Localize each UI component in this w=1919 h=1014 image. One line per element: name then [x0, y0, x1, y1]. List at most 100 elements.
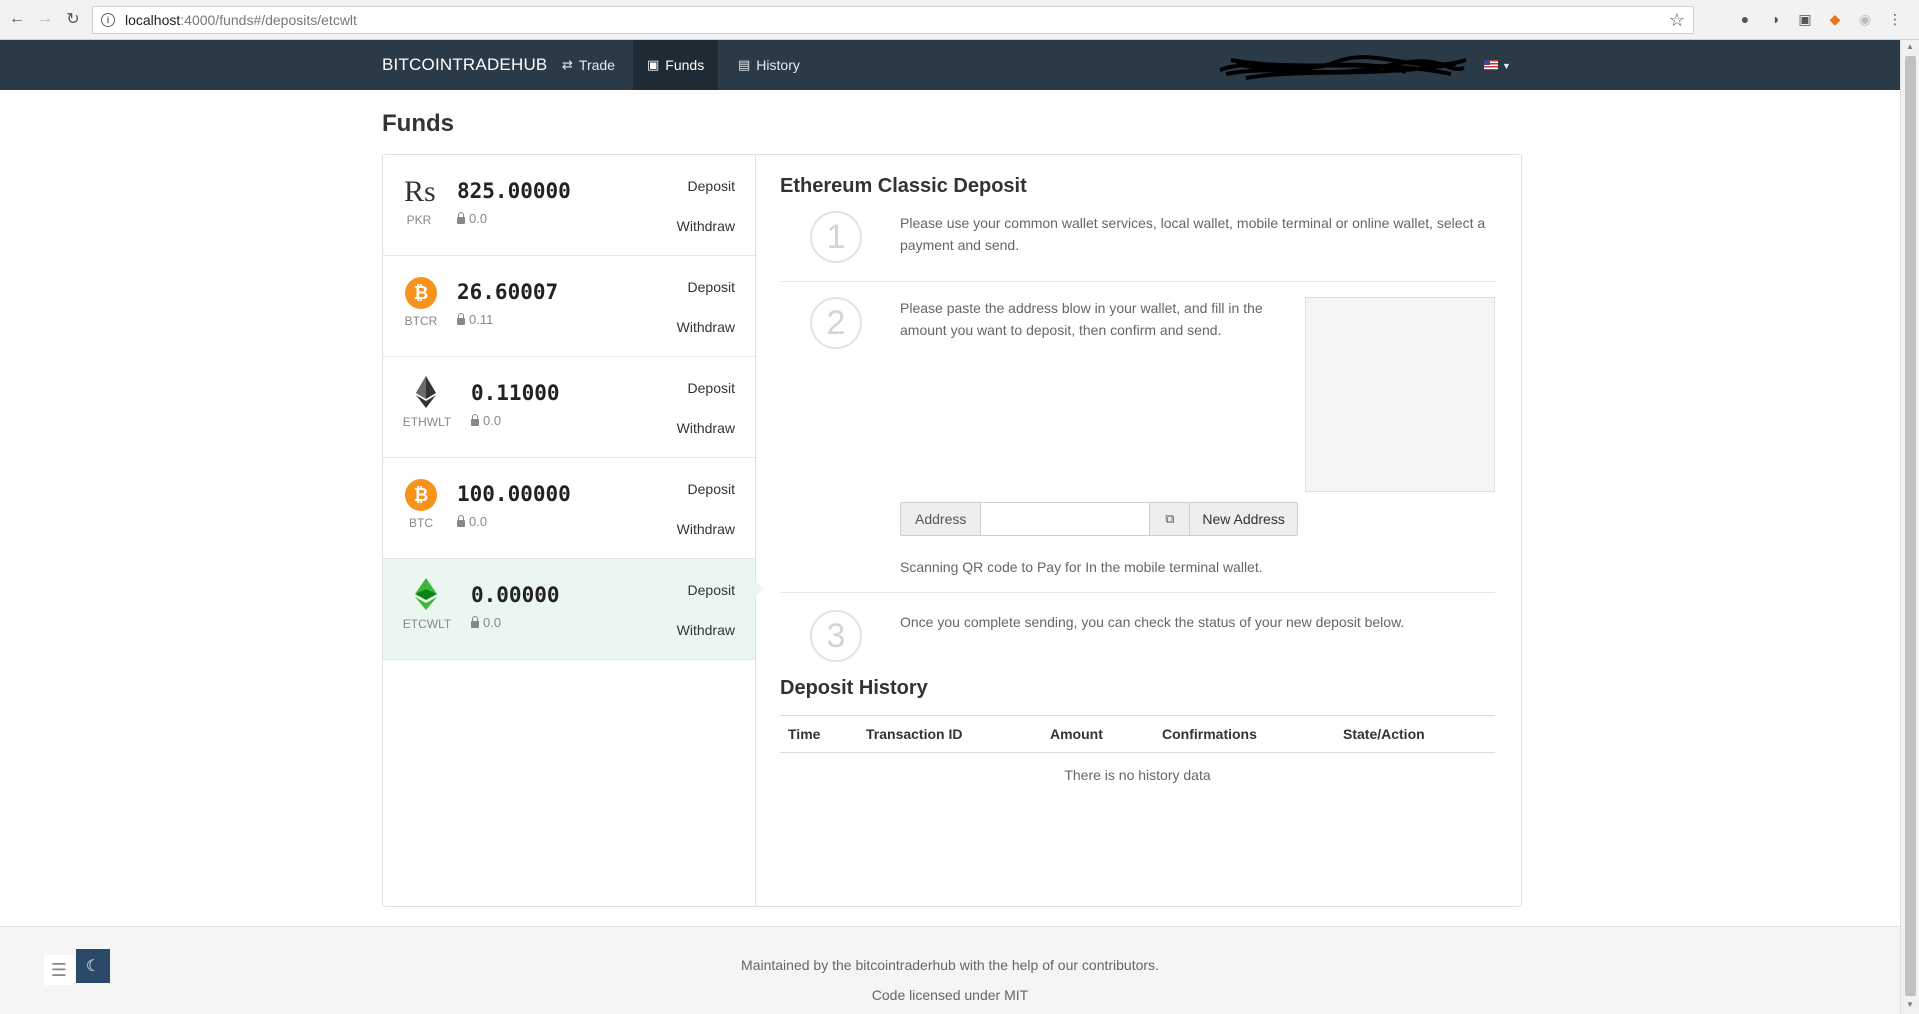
reload-icon[interactable]: ↻ — [62, 8, 84, 30]
lock-icon — [457, 313, 465, 325]
nav-funds-label: Funds — [665, 57, 705, 73]
url-path: :4000/funds#/deposits/etcwlt — [180, 12, 357, 28]
step-3-text: Once you complete sending, you can check… — [900, 614, 1405, 630]
nav-history-label: History — [756, 57, 800, 73]
scroll-thumb[interactable] — [1905, 56, 1916, 996]
address-group: Address ⧉ New Address — [900, 502, 1298, 536]
metamask-fox-icon[interactable]: ◆ — [1826, 10, 1844, 28]
fund-row-ethwlt[interactable]: ETHWLT 0.11000 0.0 Deposit Withdraw — [383, 357, 755, 458]
currency-code: BTC — [409, 516, 433, 530]
locked-balance: 0.0 — [471, 413, 501, 428]
col-time: Time — [780, 715, 858, 753]
forward-arrow-icon[interactable]: → — [34, 8, 56, 30]
deposit-history-table: Time Transaction ID Amount Confirmations… — [780, 715, 1495, 797]
deposit-content: Ethereum Classic Deposit 1 Please use yo… — [780, 155, 1500, 906]
nav-trade-label: Trade — [578, 57, 615, 73]
lock-icon — [471, 414, 479, 426]
browser-menu-icon[interactable]: ⋮ — [1886, 10, 1904, 28]
step-divider — [780, 592, 1495, 593]
qr-note: Scanning QR code to Pay for In the mobil… — [900, 559, 1263, 575]
fund-row-etcwlt[interactable]: ETCWLT 0.00000 0.0 Deposit Withdraw — [383, 559, 755, 660]
url-host: localhost — [125, 12, 181, 28]
extension-bulb-icon[interactable]: ● — [1736, 10, 1754, 28]
empty-history-message: There is no history data — [1064, 767, 1211, 783]
locked-balance: 0.0 — [457, 211, 487, 226]
locked-balance: 0.0 — [471, 615, 501, 630]
deposit-title: Ethereum Classic Deposit — [780, 175, 1027, 197]
cast-icon[interactable]: ▣ — [1796, 10, 1814, 28]
locked-balance: 0.11 — [457, 312, 493, 327]
currency-code: ETCWLT — [402, 617, 452, 631]
new-address-button[interactable]: New Address — [1190, 502, 1298, 536]
ethereum-classic-icon — [415, 578, 437, 610]
lock-icon — [471, 616, 479, 628]
footer: ☰ ☾ Maintained by the bitcointraderhub w… — [0, 926, 1900, 1014]
step-1-circle: 1 — [810, 211, 862, 263]
withdraw-link[interactable]: Withdraw — [677, 218, 735, 234]
currency-code: BTCR — [404, 314, 438, 328]
us-flag-icon[interactable] — [1484, 60, 1498, 70]
copy-address-button[interactable]: ⧉ — [1150, 502, 1191, 536]
ethereum-icon — [416, 376, 436, 408]
bookmark-star-icon[interactable]: ☆ — [1669, 10, 1685, 31]
address-label: Address — [900, 502, 981, 536]
rupee-icon: Rs — [404, 175, 436, 208]
locked-value: 0.0 — [483, 615, 502, 630]
nav-funds[interactable]: ▣ Funds — [633, 40, 719, 90]
withdraw-link[interactable]: Withdraw — [677, 319, 735, 335]
chevron-down-icon[interactable]: ▼ — [1502, 61, 1511, 71]
exchange-icon: ⇄ — [562, 57, 573, 72]
browser-toolbar: ← → ↻ i localhost:4000/funds#/deposits/e… — [0, 0, 1919, 40]
step-3-circle: 3 — [810, 610, 862, 662]
step-2-circle: 2 — [810, 297, 862, 349]
fund-row-pkr[interactable]: Rs PKR 825.00000 0.0 Deposit Withdraw — [383, 155, 755, 256]
step-2-text: Please paste the address blow in your wa… — [900, 300, 1263, 338]
page-scrollbar[interactable]: ▲ ▼ — [1900, 40, 1919, 1014]
currency-code: PKR — [406, 213, 432, 227]
qr-code — [1305, 297, 1495, 492]
history-title: Deposit History — [780, 677, 928, 699]
nav-trade[interactable]: ⇄ Trade — [548, 40, 615, 90]
bitcoin-icon: ₿ — [405, 277, 437, 309]
deposit-link[interactable]: Deposit — [688, 380, 735, 396]
back-arrow-icon[interactable]: ← — [6, 8, 28, 30]
step-divider — [780, 281, 1495, 282]
table-header-row: Time Transaction ID Amount Confirmations… — [780, 715, 1495, 753]
col-transaction-id: Transaction ID — [858, 715, 1042, 753]
money-icon: ▣ — [647, 57, 660, 72]
balance-value: 825.00000 — [457, 179, 571, 203]
extension-moon-icon[interactable]: ◑ — [1766, 10, 1784, 28]
extension-circle-icon[interactable]: ◉ — [1856, 10, 1874, 28]
lock-icon — [457, 515, 465, 527]
step-1-text: Please use your common wallet services, … — [900, 215, 1486, 253]
balance-value: 0.11000 — [471, 381, 560, 405]
funds-list: Rs PKR 825.00000 0.0 Deposit Withdraw ₿ … — [383, 155, 763, 906]
deposit-link[interactable]: Deposit — [688, 279, 735, 295]
deposit-link[interactable]: Deposit — [688, 178, 735, 194]
brand-logo[interactable]: BITCOINTRADEHUB — [382, 55, 547, 75]
funds-panel: Rs PKR 825.00000 0.0 Deposit Withdraw ₿ … — [382, 154, 1522, 907]
withdraw-link[interactable]: Withdraw — [677, 420, 735, 436]
svg-text:₿: ₿ — [414, 485, 429, 506]
address-bar[interactable]: i localhost:4000/funds#/deposits/etcwlt … — [92, 6, 1694, 34]
nav-history[interactable]: ▤ History — [724, 40, 814, 90]
deposit-link[interactable]: Deposit — [688, 481, 735, 497]
svg-text:₿: ₿ — [414, 283, 429, 304]
page-title: Funds — [382, 110, 454, 137]
lock-icon — [457, 212, 465, 224]
deposit-link[interactable]: Deposit — [688, 582, 735, 598]
balance-value: 100.00000 — [457, 482, 571, 506]
copy-icon: ⧉ — [1165, 511, 1175, 526]
address-input[interactable] — [980, 502, 1151, 536]
scroll-down-arrow-icon[interactable]: ▼ — [1906, 1000, 1914, 1009]
withdraw-link[interactable]: Withdraw — [677, 521, 735, 537]
fund-row-btcr[interactable]: ₿ BTCR 26.60007 0.11 Deposit Withdraw — [383, 256, 755, 357]
withdraw-link[interactable]: Withdraw — [677, 622, 735, 638]
scroll-up-arrow-icon[interactable]: ▲ — [1906, 42, 1914, 51]
site-navbar: BITCOINTRADEHUB ⇄ Trade ▣ Funds ▤ Histor… — [0, 40, 1900, 90]
site-info-icon[interactable]: i — [101, 13, 115, 27]
locked-value: 0.0 — [483, 413, 502, 428]
col-state-action: State/Action — [1335, 715, 1495, 753]
col-amount: Amount — [1042, 715, 1154, 753]
fund-row-btc[interactable]: ₿ BTC 100.00000 0.0 Deposit Withdraw — [383, 458, 755, 559]
